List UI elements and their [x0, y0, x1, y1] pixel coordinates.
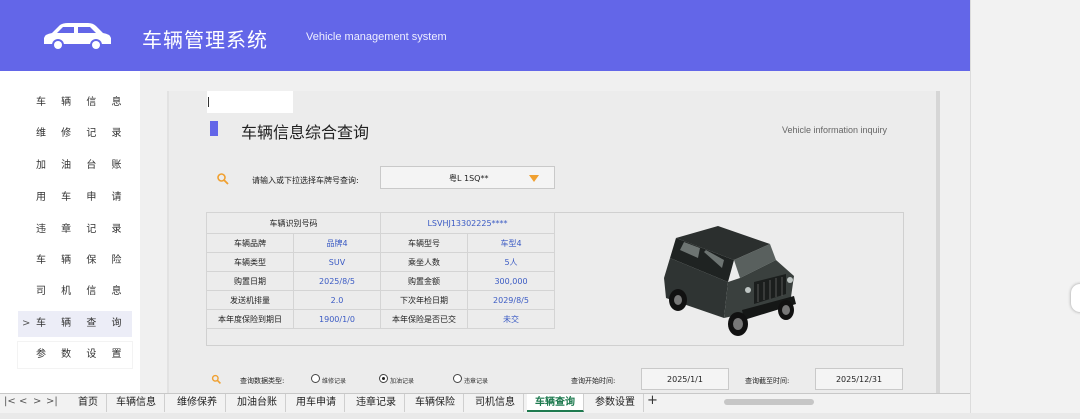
table-value: 2029/8/5 — [467, 290, 555, 310]
first-sheet-button[interactable]: |< — [4, 396, 16, 407]
start-date-label: 查询开始时间: — [571, 377, 616, 385]
sidebar-item-vehicle-query[interactable]: > 车 辆 查 询 — [18, 311, 132, 337]
sidebar-item-label: 司 机 信 息 — [36, 286, 128, 297]
radio-label: 加油记录 — [390, 378, 415, 385]
sidebar-item-label: 车 辆 信 息 — [36, 97, 128, 108]
sidebar-item-vehicle-info[interactable]: 车 辆 信 息 — [18, 90, 132, 116]
tab-vehicle-query[interactable]: 车辆查询 — [527, 394, 584, 412]
search-icon — [217, 173, 229, 185]
search-icon — [211, 374, 221, 384]
table-value: 2.0 — [293, 290, 381, 310]
table-row: 购置日期 2025/8/5 购置金额 300,000 — [206, 271, 555, 291]
tab-usage-request[interactable]: 用车申请 — [288, 394, 345, 412]
table-value: 车型4 — [467, 233, 555, 253]
table-value: 300,000 — [467, 271, 555, 291]
sidebar-item-label: 加 油 台 账 — [36, 160, 128, 171]
table-row: 车辆品牌 品牌4 车辆型号 车型4 — [206, 233, 555, 253]
table-row: 本年度保险到期日 1900/1/0 本年保险是否已交 未交 — [206, 309, 555, 329]
right-gutter — [970, 0, 1080, 419]
table-label: 车辆品牌 — [206, 233, 294, 253]
last-sheet-button[interactable]: >| — [46, 396, 58, 407]
tab-insurance[interactable]: 车辆保险 — [407, 394, 464, 412]
tab-violations[interactable]: 违章记录 — [348, 394, 405, 412]
table-value: 1900/1/0 — [293, 309, 381, 329]
plate-select[interactable]: 粤L 1SQ** — [380, 166, 555, 189]
tab-home[interactable]: 首页 — [70, 394, 107, 412]
end-date-field[interactable]: 2025/12/31 — [815, 368, 903, 390]
table-label: 购置日期 — [206, 271, 294, 291]
sidebar-item-maintenance[interactable]: 维 修 记 录 — [18, 121, 132, 147]
sidebar-item-fuel[interactable]: 加 油 台 账 — [18, 153, 132, 179]
vehicle-info-table: 车辆识别号码 LSVHJ13302225**** 车辆品牌 品牌4 车辆型号 车… — [206, 212, 555, 329]
sidebar-item-settings[interactable]: 参 数 设 置 — [18, 342, 132, 368]
app-title: 车辆管理系统 — [142, 28, 268, 52]
query-type-label: 查询数据类型: — [240, 377, 285, 385]
tab-maintenance[interactable]: 维修保养 — [169, 394, 226, 412]
sidebar-item-label: 违 章 记 录 — [36, 224, 128, 235]
sidebar-item-drivers[interactable]: 司 机 信 息 — [18, 279, 132, 305]
table-label: 下次年检日期 — [380, 290, 468, 310]
table-label: 发送机排量 — [206, 290, 294, 310]
tab-vehicle-info[interactable]: 车辆信息 — [108, 394, 165, 412]
next-sheet-button[interactable]: > — [33, 396, 41, 407]
sidebar-item-label: 用 车 申 请 — [36, 192, 128, 203]
sidebar-item-label: 参 数 设 置 — [36, 349, 128, 360]
start-date-field[interactable]: 2025/1/1 — [641, 368, 729, 390]
plate-search-label: 请输入或下拉选择车牌号查询: — [252, 176, 359, 185]
vin-value: LSVHJ13302225**** — [380, 212, 555, 234]
table-row: 车辆类型 SUV 乘坐人数 5人 — [206, 252, 555, 272]
status-bar — [0, 413, 1080, 419]
sidebar-item-label: 维 修 记 录 — [36, 128, 128, 139]
sidebar-item-label: 车 辆 保 险 — [36, 255, 128, 266]
radio-fuel[interactable] — [379, 374, 388, 383]
expand-handle[interactable] — [1071, 284, 1080, 312]
tab-fuel[interactable]: 加油台账 — [229, 394, 286, 412]
page-title: 车辆信息综合查询 — [241, 123, 370, 142]
radio-maintenance[interactable] — [311, 374, 320, 383]
title-accent-bar — [210, 121, 218, 136]
chevron-right-icon: > — [22, 318, 31, 329]
table-value: 品牌4 — [293, 233, 381, 253]
black-suv-image — [664, 226, 796, 336]
table-row: 发送机排量 2.0 下次年检日期 2029/8/5 — [206, 290, 555, 310]
radio-label: 维修记录 — [322, 378, 347, 385]
scrollbar-thumb[interactable] — [724, 399, 814, 405]
table-value: 5人 — [467, 252, 555, 272]
page-subtitle: Vehicle information inquiry — [782, 125, 888, 135]
table-label: 乘坐人数 — [380, 252, 468, 272]
plate-select-value: 粤L 1SQ** — [449, 174, 489, 183]
table-label: 车辆类型 — [206, 252, 294, 272]
caret-down-icon[interactable] — [529, 175, 539, 182]
table-value: 未交 — [467, 309, 555, 329]
table-label: 购置金额 — [380, 271, 468, 291]
sidebar-item-label: 车 辆 查 询 — [36, 318, 128, 329]
sidebar-item-usage-request[interactable]: 用 车 申 请 — [18, 185, 132, 211]
sidebar-item-insurance[interactable]: 车 辆 保 险 — [18, 248, 132, 274]
app-header: 车辆管理系统 Vehicle management system — [0, 0, 970, 71]
table-label: 车辆型号 — [380, 233, 468, 253]
tab-settings[interactable]: 参数设置 — [587, 394, 644, 412]
app-subtitle: Vehicle management system — [306, 31, 447, 43]
add-sheet-button[interactable]: + — [647, 393, 658, 408]
table-value: 2025/8/5 — [293, 271, 381, 291]
end-date-label: 查询截至时间: — [745, 377, 790, 385]
radio-violation[interactable] — [453, 374, 462, 383]
car-icon — [44, 23, 111, 51]
text-cursor — [208, 97, 209, 107]
radio-label: 违章记录 — [464, 378, 489, 385]
table-value: SUV — [293, 252, 381, 272]
tab-drivers[interactable]: 司机信息 — [467, 394, 524, 412]
vin-label: 车辆识别号码 — [206, 212, 381, 234]
table-label: 本年保险是否已交 — [380, 309, 468, 329]
sidebar-item-violations[interactable]: 违 章 记 录 — [18, 217, 132, 243]
active-cell[interactable] — [207, 91, 293, 113]
prev-sheet-button[interactable]: < — [19, 396, 27, 407]
table-label: 本年度保险到期日 — [206, 309, 294, 329]
